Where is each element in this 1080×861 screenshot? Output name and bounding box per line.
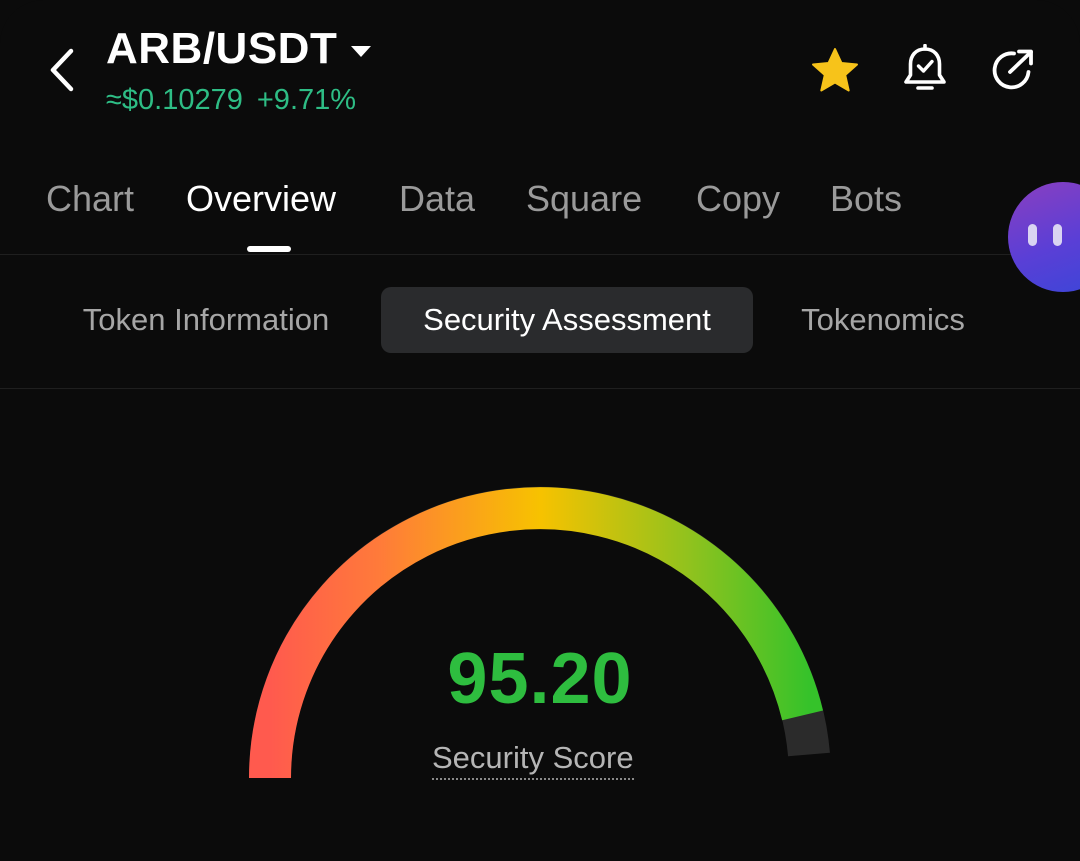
subtab-security-assessment[interactable]: Security Assessment [381, 287, 753, 353]
bot-eye [1053, 224, 1062, 246]
tab-copy[interactable]: Copy [696, 178, 780, 220]
subtab-token-information[interactable]: Token Information [56, 287, 356, 353]
gauge-svg [249, 486, 830, 779]
security-score-label[interactable]: Security Score [432, 740, 634, 780]
app-screen: ARB/USDT ≈$0.10279 +9.71% Chart Overview… [0, 0, 1080, 861]
tab-chart[interactable]: Chart [46, 178, 134, 220]
bot-eye [1028, 224, 1037, 246]
price-change: +9.71% [256, 84, 357, 116]
main-tabs: Chart Overview Data Square Copy Bots [0, 160, 1080, 255]
favorite-star-icon [812, 48, 858, 92]
security-gauge: 95.20 Security Score [0, 388, 1080, 861]
active-tab-indicator [247, 246, 291, 252]
favorite-button[interactable] [809, 44, 861, 96]
price-alert-button[interactable] [899, 44, 951, 96]
price-alert-bell-icon [904, 44, 946, 90]
subtab-tokenomics[interactable]: Tokenomics [776, 287, 990, 353]
last-price: ≈$0.10279 [106, 84, 243, 116]
tab-overview[interactable]: Overview [186, 178, 336, 220]
tab-data[interactable]: Data [399, 178, 475, 220]
header: ARB/USDT ≈$0.10279 +9.71% [0, 0, 1080, 140]
back-arrow-icon [50, 48, 74, 92]
price-line: ≈$0.10279 +9.71% [106, 84, 356, 117]
caret-down-icon [351, 45, 372, 57]
tab-bots[interactable]: Bots [830, 178, 902, 220]
share-button[interactable] [987, 44, 1039, 96]
tab-square[interactable]: Square [526, 178, 642, 220]
back-button[interactable] [38, 44, 86, 96]
pair-selector[interactable]: ARB/USDT [106, 24, 372, 74]
sub-tabs: Token Information Security Assessment To… [0, 254, 1080, 389]
pair-name: ARB/USDT [106, 24, 338, 73]
security-score-value: 95.20 [447, 639, 633, 719]
share-icon [992, 49, 1033, 90]
